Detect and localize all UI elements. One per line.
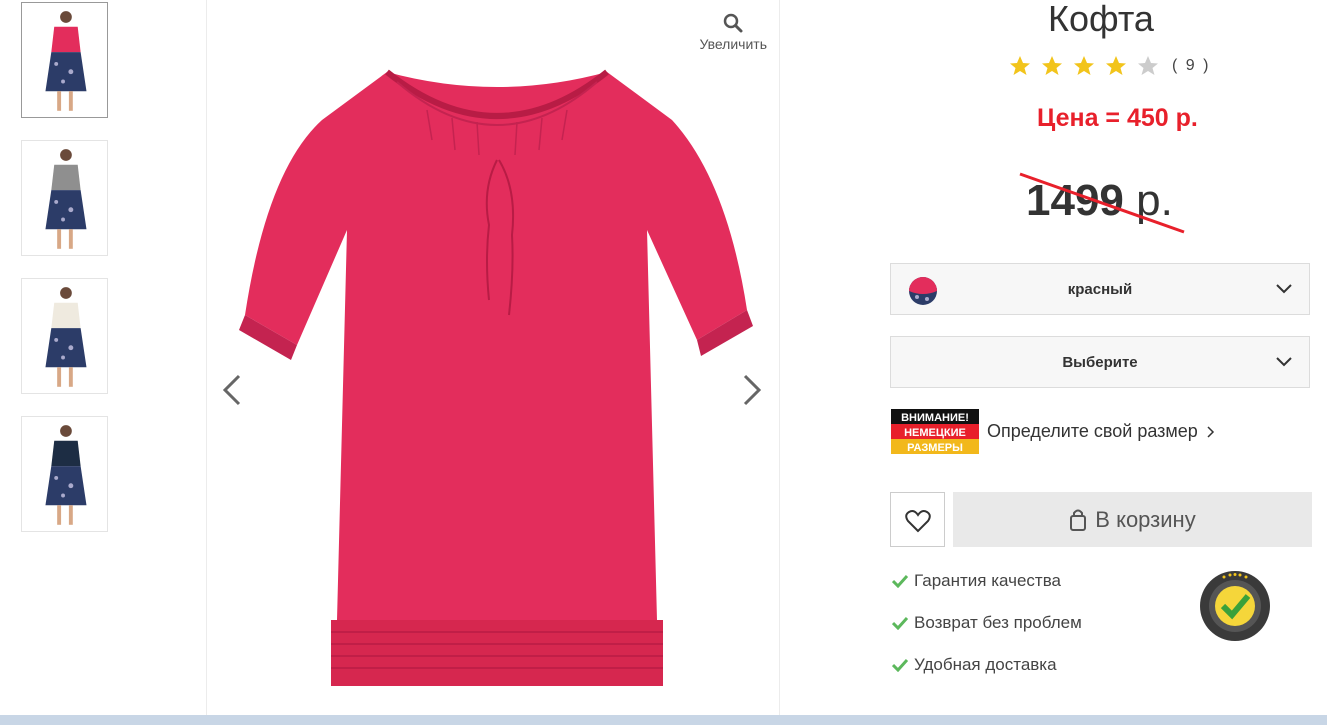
star-empty-icon [1138,56,1158,75]
model-cream-image [45,287,87,387]
star-icon [1010,56,1030,75]
promo-price: Цена = 450 р. [1037,104,1198,132]
check-icon [892,574,908,588]
benefit-item: Возврат без проблем [892,613,1082,633]
chevron-down-icon [1276,357,1292,367]
check-icon [892,616,908,630]
shopping-bag-icon [1070,509,1087,531]
zoom-button[interactable]: Увеличить [699,12,767,52]
os-taskbar [0,715,1327,725]
product-image-viewer[interactable]: Увеличить [206,0,780,715]
size-guide-link[interactable]: ВНИМАНИЕ! НЕМЕЦКИЕ РАЗМЕРЫ Определите св… [891,409,1216,454]
product-title: Кофта [1048,0,1154,39]
wishlist-button[interactable] [890,492,945,547]
rating[interactable]: ( 9 ) [1008,54,1210,78]
benefit-item: Гарантия качества [892,571,1061,591]
size-select[interactable]: Выберите [890,336,1310,388]
zoom-label: Увеличить [699,36,767,52]
model-grey-image [45,149,87,249]
magnifier-icon [723,13,743,33]
size-select-label: Выберите [1062,354,1138,371]
price-strikethrough [1019,172,1185,234]
size-guide-text[interactable]: Определите свой размер [987,421,1198,442]
chevron-down-icon [1276,284,1292,294]
color-select-label: красный [1067,281,1133,298]
benefit-delivery: Удобная доставка [914,655,1057,674]
benefit-quality: Гарантия качества [914,571,1061,590]
badge-line-2: НЕМЕЦКИЕ [904,427,966,439]
thumbnail-grey[interactable] [21,140,108,256]
star-icon [1106,56,1126,75]
model-red-image [45,11,87,111]
thumbnail-navy[interactable] [21,416,108,532]
star-icon [1074,56,1094,75]
heart-icon [905,510,931,533]
review-count[interactable]: ( 9 ) [1172,57,1210,75]
german-sizes-badge: ВНИМАНИЕ! НЕМЕЦКИЕ РАЗМЕРЫ [891,409,979,454]
add-to-cart-button[interactable]: В корзину [953,492,1312,547]
color-select[interactable]: красный [890,263,1310,315]
thumbnail-cream[interactable] [21,278,108,394]
check-icon [892,658,908,672]
benefit-returns: Возврат без проблем [914,613,1082,632]
add-to-cart-label: В корзину [1095,506,1196,532]
quality-seal-icon [1200,571,1270,641]
chevron-left-icon[interactable] [217,370,247,410]
product-photo [239,69,753,686]
badge-line-1: ВНИМАНИЕ! [901,412,969,424]
benefit-item: Удобная доставка [892,655,1057,675]
badge-line-3: РАЗМЕРЫ [907,442,963,454]
star-icon [1042,56,1062,75]
chevron-right-icon [1207,425,1214,438]
model-navy-image [45,425,87,525]
thumbnail-red[interactable] [21,2,108,118]
chevron-right-icon[interactable] [737,370,767,410]
